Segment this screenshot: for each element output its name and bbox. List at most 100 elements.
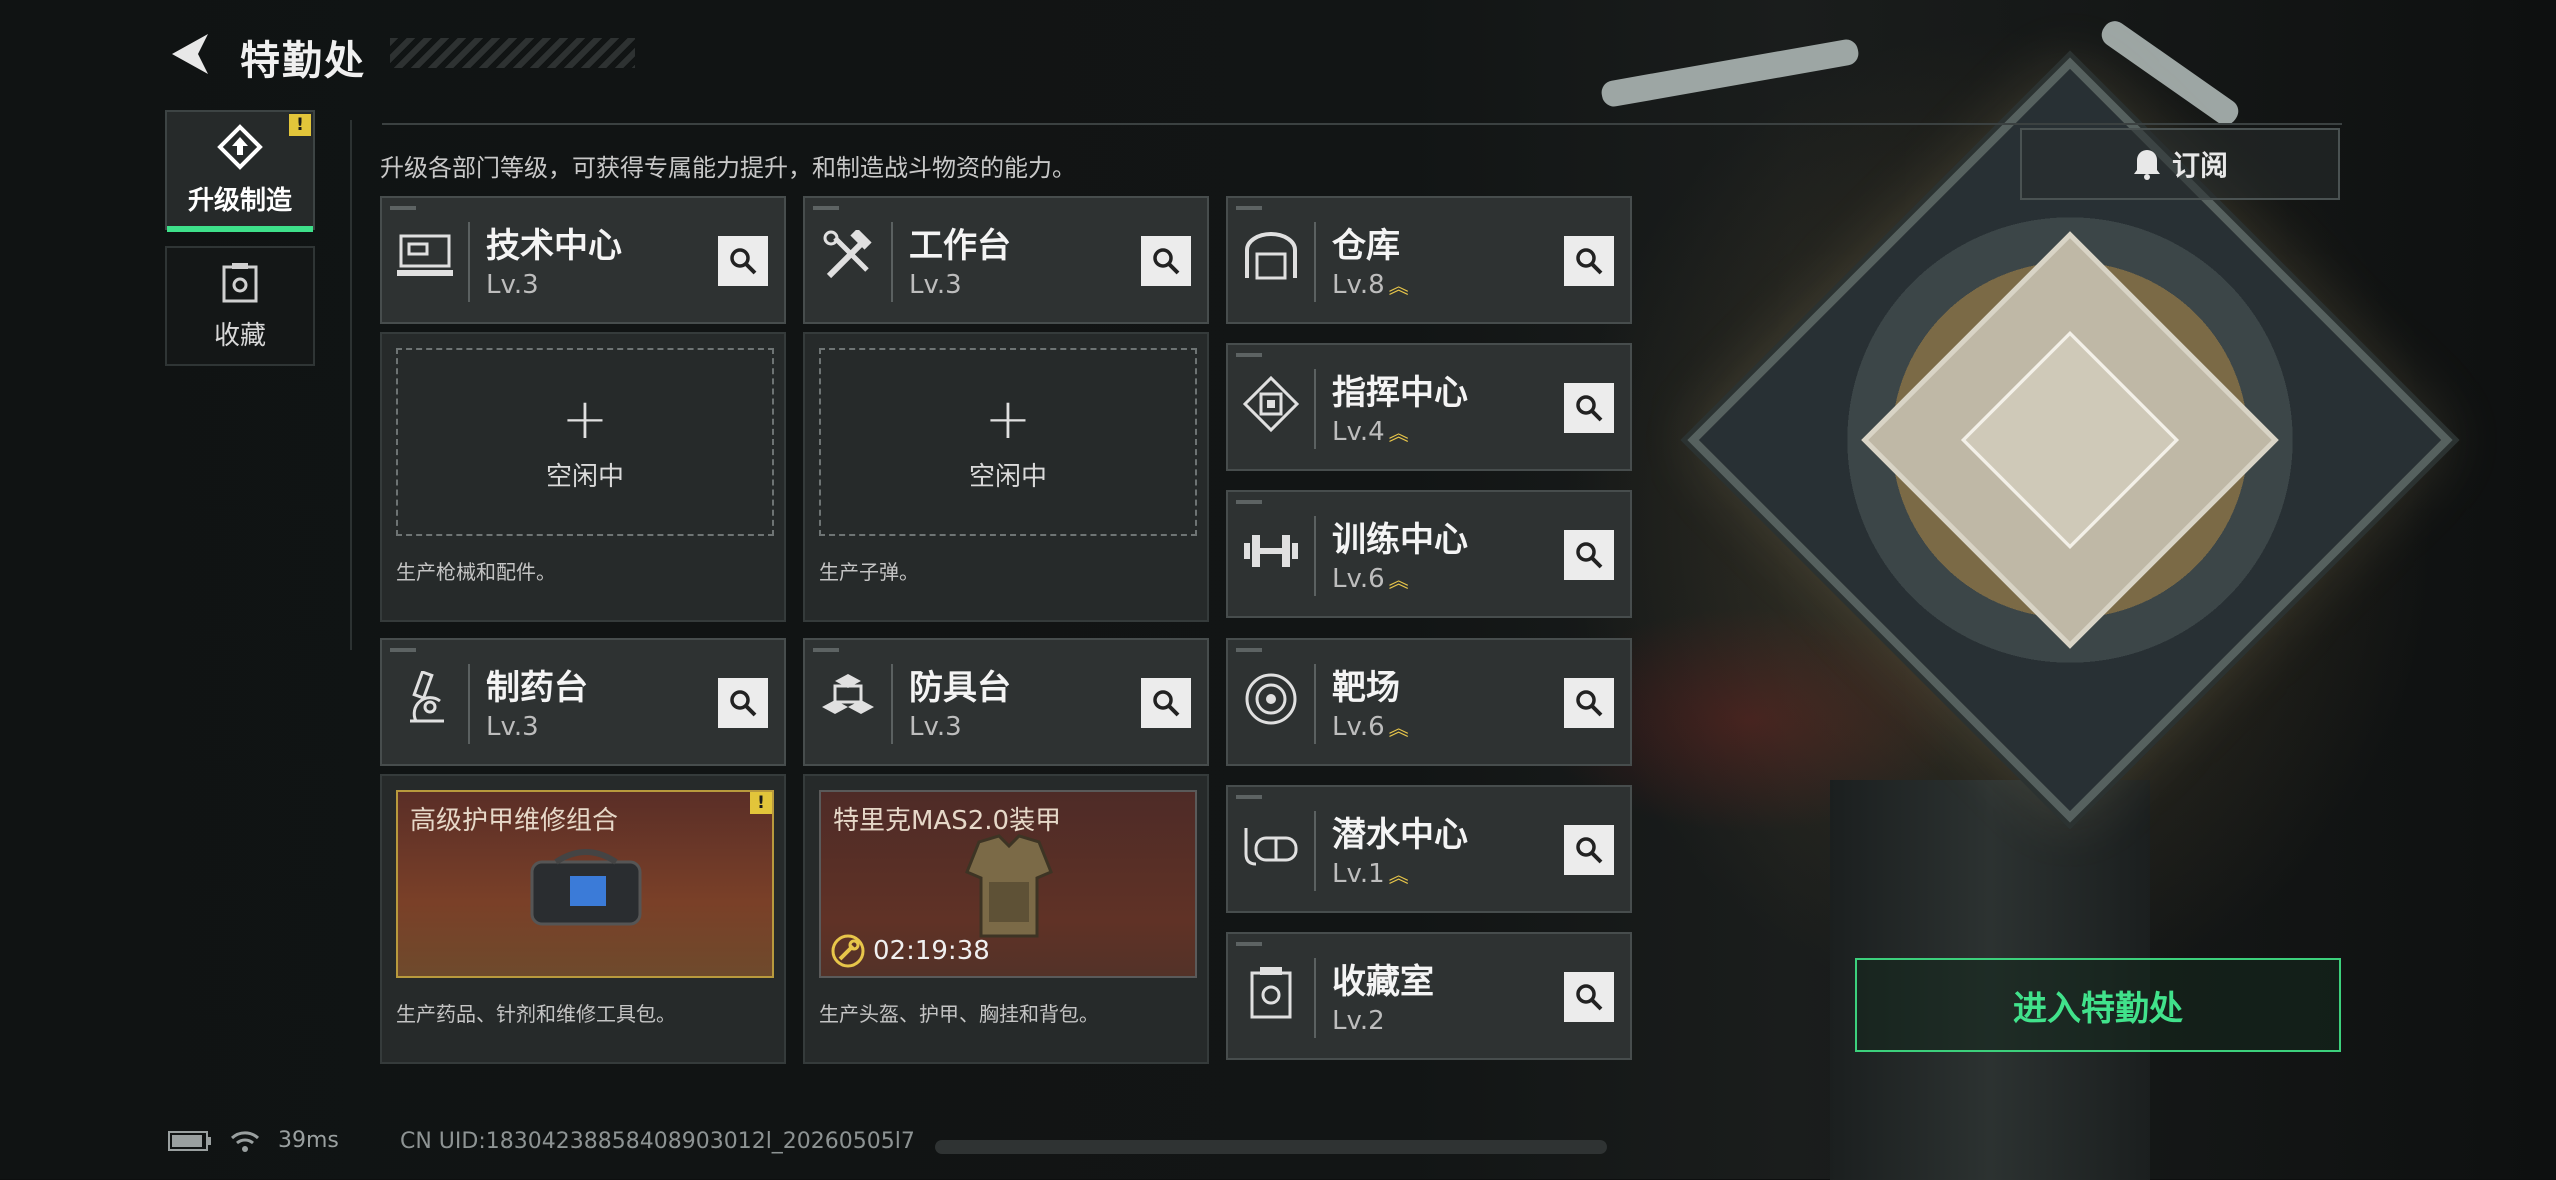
search-button[interactable] [718, 678, 768, 728]
dept-level: Lv.4 ︽ [1332, 417, 1409, 447]
card-separator [1314, 664, 1316, 744]
search-button[interactable] [1564, 383, 1614, 433]
cube-core [1960, 330, 2180, 550]
dept-name: 收藏室 [1332, 962, 1434, 1002]
ping-text: 39ms [278, 1128, 339, 1153]
tab-upgrade-craft-label: 升级制造 [187, 185, 292, 216]
upgrade-available-icon: ︽ [1388, 568, 1409, 592]
dept-card-workbench[interactable]: 工作台 Lv.3 [803, 196, 1209, 324]
dept-level: Lv.1 ︽ [1332, 859, 1409, 889]
status-bar: 39ms [168, 1128, 339, 1153]
production-description: 生产药品、针剂和维修工具包。 [396, 1002, 676, 1026]
production-timer: 02:19:38 [831, 934, 990, 968]
idle-slot[interactable]: + 空闲中 [396, 348, 774, 536]
search-icon [1576, 837, 1603, 864]
dept-card-collection-room[interactable]: 收藏室 Lv.2 [1226, 932, 1632, 1060]
cube-inner [1861, 231, 2279, 649]
search-button[interactable] [1564, 530, 1614, 580]
dept-level-text: Lv.2 [1332, 1006, 1385, 1036]
warning-badge: ! [750, 792, 772, 814]
dept-name: 指挥中心 [1332, 373, 1468, 413]
dept-card-shooting-range[interactable]: 靶场 Lv.6 ︽ [1226, 638, 1632, 766]
production-description: 生产头盔、护甲、胸挂和背包。 [819, 1002, 1099, 1026]
dept-level-text: Lv.1 [1332, 859, 1385, 889]
tab-collection-label: 收藏 [213, 320, 266, 351]
card-separator [891, 222, 893, 302]
subscribe-label: 订阅 [2171, 149, 2228, 182]
search-button[interactable] [1141, 678, 1191, 728]
wrench-timer-icon [831, 934, 865, 968]
search-button[interactable] [1564, 825, 1614, 875]
home-indicator[interactable] [935, 1140, 1607, 1154]
back-arrow-icon[interactable] [168, 30, 212, 78]
search-icon [1576, 395, 1603, 422]
search-button[interactable] [1564, 678, 1614, 728]
enter-special-ops-button[interactable]: 进入特勤处 [1855, 958, 2341, 1052]
dept-level: Lv.6 ︽ [1332, 564, 1409, 594]
warning-badge: ! [289, 114, 311, 136]
dept-name: 潜水中心 [1332, 815, 1468, 855]
dept-level: Lv.6 ︽ [1332, 712, 1409, 742]
armor-blocks-icon [817, 668, 879, 730]
search-button[interactable] [1564, 236, 1614, 286]
search-button[interactable] [1141, 236, 1191, 286]
production-panel-tech: + 空闲中 生产枪械和配件。 [380, 332, 786, 622]
search-icon [730, 690, 757, 717]
dept-level: Lv.2 [1332, 1006, 1385, 1036]
search-button[interactable] [1564, 972, 1614, 1022]
dept-card-command-center[interactable]: 指挥中心 Lv.4 ︽ [1226, 343, 1632, 471]
collection-icon [222, 262, 258, 302]
repair-kit-bag-image [530, 849, 642, 926]
subscribe-button[interactable]: 订阅 [2020, 128, 2340, 200]
dept-card-armor[interactable]: 防具台 Lv.3 [803, 638, 1209, 766]
dept-card-pharmacy[interactable]: 制药台 Lv.3 [380, 638, 786, 766]
dept-card-diving-center[interactable]: 潜水中心 Lv.1 ︽ [1226, 785, 1632, 913]
idle-slot[interactable]: + 空闲中 [819, 348, 1197, 536]
upgrade-available-icon: ︽ [1388, 274, 1409, 298]
card-tag [813, 206, 839, 210]
tools-icon [817, 226, 879, 288]
production-item-name: 高级护甲维修组合 [410, 806, 619, 836]
production-panel-armor: 特里克MAS2.0装甲 02:19:38 生产头盔、护甲、胸挂和背包。 [803, 774, 1209, 1064]
dept-name: 技术中心 [486, 226, 622, 266]
enter-label: 进入特勤处 [2013, 988, 2183, 1029]
production-item-slot[interactable]: 特里克MAS2.0装甲 02:19:38 [819, 790, 1197, 978]
active-tab-indicator [167, 226, 313, 232]
search-icon [1576, 690, 1603, 717]
card-separator [468, 222, 470, 302]
dept-card-tech-center[interactable]: 技术中心 Lv.3 [380, 196, 786, 324]
production-panel-pharmacy: 高级护甲维修组合 ! 生产药品、针剂和维修工具包。 [380, 774, 786, 1064]
card-tag [390, 648, 416, 652]
dept-level-text: Lv.6 [1332, 712, 1385, 742]
dept-level-text: Lv.3 [909, 712, 962, 742]
dept-name: 仓库 [1332, 226, 1400, 266]
production-description: 生产子弹。 [819, 560, 919, 584]
card-tag [1236, 206, 1262, 210]
tech-terminal-icon [394, 226, 456, 288]
microscope-icon [394, 668, 456, 730]
card-tag [1236, 795, 1262, 799]
tab-collection[interactable]: 收藏 [165, 246, 315, 366]
search-icon [730, 248, 757, 275]
idle-status: 空闲中 [545, 461, 624, 492]
dept-name: 制药台 [486, 668, 588, 708]
card-separator [1314, 516, 1316, 596]
card-tag [813, 648, 839, 652]
divider-top [382, 123, 2342, 125]
dept-card-warehouse[interactable]: 仓库 Lv.8 ︽ [1226, 196, 1632, 324]
search-button[interactable] [718, 236, 768, 286]
production-item-slot[interactable]: 高级护甲维修组合 ! [396, 790, 774, 978]
search-icon [1576, 542, 1603, 569]
search-icon [1576, 984, 1603, 1011]
dept-name: 训练中心 [1332, 520, 1468, 560]
timer-text: 02:19:38 [873, 936, 990, 966]
add-icon: + [561, 386, 609, 452]
title-stripe-decoration [390, 38, 635, 68]
tab-upgrade-craft[interactable]: 升级制造 ! [165, 110, 315, 232]
body-armor-image [965, 834, 1053, 938]
divider-vertical [350, 120, 352, 650]
card-tag [1236, 353, 1262, 357]
dept-card-training-center[interactable]: 训练中心 Lv.6 ︽ [1226, 490, 1632, 618]
page-title: 特勤处 [240, 38, 366, 84]
warehouse-icon [1240, 226, 1302, 288]
